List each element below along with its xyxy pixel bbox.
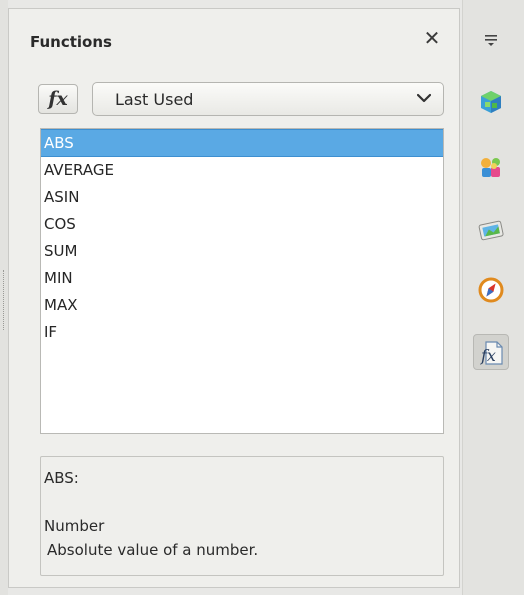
gallery-icon	[478, 220, 504, 241]
sidebar-tab-bar: fx	[462, 0, 524, 595]
properties-icon	[481, 91, 501, 113]
function-item[interactable]: AVERAGE	[41, 157, 443, 184]
styles-tab[interactable]	[473, 150, 509, 186]
function-item[interactable]: ABS	[41, 129, 443, 157]
styles-icon	[481, 158, 500, 177]
functions-tab[interactable]: fx	[473, 334, 509, 370]
function-item[interactable]: MAX	[41, 292, 443, 319]
svg-text:fx: fx	[480, 346, 496, 365]
functions-icon: fx	[480, 341, 503, 365]
fx-icon: fx	[48, 88, 68, 110]
function-item[interactable]: SUM	[41, 238, 443, 265]
category-select-value: Last Used	[115, 90, 194, 109]
sidebar-resize-grip[interactable]	[0, 0, 8, 595]
sidebar-menu-icon[interactable]	[483, 32, 499, 48]
description-function-name: ABS:	[44, 469, 79, 487]
function-list[interactable]: ABS AVERAGE ASIN COS SUM MIN MAX IF	[40, 128, 444, 434]
function-item[interactable]: ASIN	[41, 184, 443, 211]
category-select[interactable]: Last Used	[92, 82, 444, 116]
description-argument: Number	[44, 517, 105, 535]
function-item[interactable]: MIN	[41, 265, 443, 292]
close-button[interactable]: ✕	[420, 26, 444, 50]
insert-function-button[interactable]: fx	[38, 84, 78, 114]
navigator-tab[interactable]	[473, 272, 509, 308]
properties-tab[interactable]	[473, 84, 509, 120]
function-description: ABS: Number Absolute value of a number.	[40, 456, 444, 576]
gallery-tab[interactable]	[473, 212, 509, 248]
panel-title: Functions	[30, 33, 112, 51]
chevron-down-icon	[417, 93, 431, 103]
function-item[interactable]: IF	[41, 319, 443, 346]
function-item[interactable]: COS	[41, 211, 443, 238]
description-text: Absolute value of a number.	[47, 541, 259, 559]
navigator-icon	[478, 277, 504, 303]
